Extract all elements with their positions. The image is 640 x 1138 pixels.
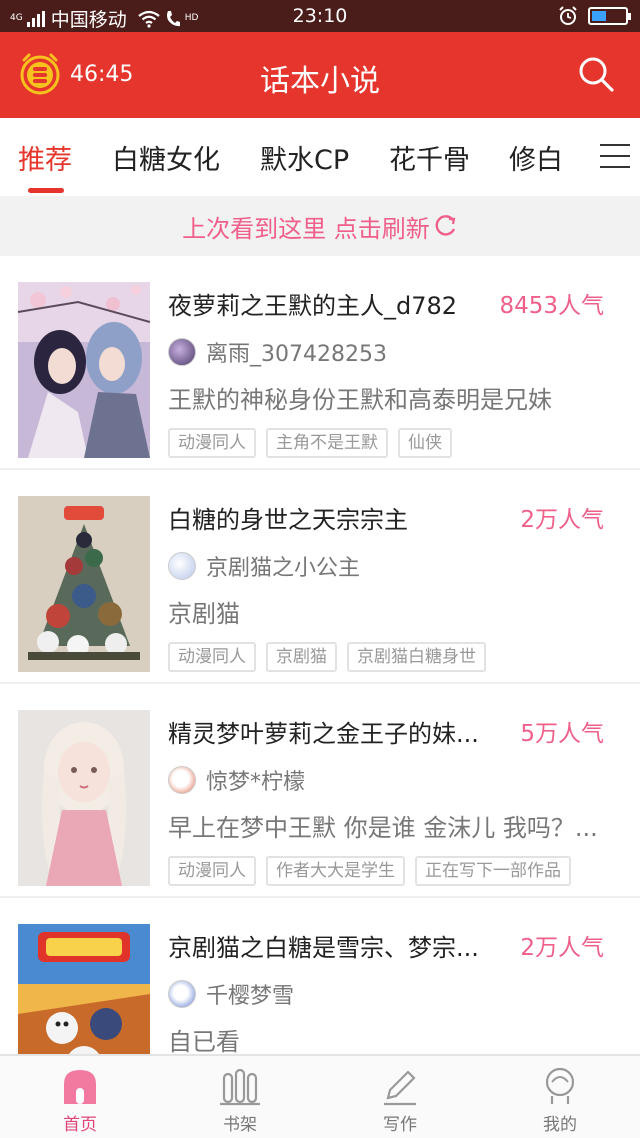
refresh-bar[interactable]: 上次看到这里 点击刷新 [0, 196, 640, 256]
nav-home-label: 首页 [63, 1115, 97, 1135]
story-popularity: 5万人气 [520, 721, 604, 747]
profile-icon [545, 1067, 575, 1104]
story-tag[interactable]: 京剧猫 [266, 642, 337, 672]
story-tag[interactable]: 主角不是王默 [266, 428, 388, 458]
story-item[interactable]: 夜萝莉之王默的主人_d782 8453人气 离雨_307428253 王默的神秘… [0, 256, 640, 470]
story-description: 京剧猫 [168, 600, 240, 628]
story-author[interactable]: 离雨_307428253 [168, 336, 387, 368]
nav-write-label: 写作 [383, 1115, 417, 1135]
tab-huaqiangu[interactable]: 花千骨 [389, 138, 470, 177]
status-time: 23:10 [292, 5, 348, 27]
bookshelf-icon [220, 1068, 260, 1106]
story-description: 早上在梦中王默 你是谁 金沫儿 我吗？... [168, 814, 598, 842]
tab-moshui-cp[interactable]: 默水CP [260, 138, 349, 177]
story-tag[interactable]: 京剧猫白糖身世 [347, 642, 486, 672]
story-popularity: 8453人气 [499, 293, 604, 319]
author-name: 京剧猫之小公主 [206, 556, 361, 581]
app-header: 46:45 话本小说 [0, 32, 640, 118]
story-popularity: 2万人气 [520, 507, 604, 533]
avatar [168, 552, 196, 580]
avatar [168, 766, 196, 794]
nav-bookshelf-label: 书架 [223, 1115, 257, 1135]
story-item[interactable]: 精灵梦叶萝莉之金王子的妹... 5万人气 惊梦*柠檬 早上在梦中王默 你是谁 金… [0, 684, 640, 898]
story-tag[interactable]: 动漫同人 [168, 428, 256, 458]
story-cover[interactable] [18, 496, 150, 672]
status-bar: 4G 中国移动 HD 23:10 [0, 0, 640, 32]
search-icon[interactable] [576, 54, 616, 94]
story-title[interactable]: 白糖的身世之天宗宗主 [168, 500, 508, 535]
story-author[interactable]: 京剧猫之小公主 [168, 550, 360, 582]
tab-baitang-nvhua[interactable]: 白糖女化 [112, 138, 220, 177]
author-name: 千樱梦雪 [206, 984, 295, 1009]
story-title[interactable]: 精灵梦叶萝莉之金王子的妹... [168, 714, 508, 749]
story-tags: 动漫同人 主角不是王默 仙侠 [168, 428, 452, 458]
story-title[interactable]: 京剧猫之白糖是雪宗、梦宗... [168, 928, 508, 963]
avatar [168, 338, 196, 366]
nav-profile-label: 我的 [543, 1115, 577, 1135]
avatar [168, 980, 196, 1008]
refresh-icon [435, 215, 456, 236]
story-description: 自已看 [168, 1028, 240, 1056]
story-tag[interactable]: 动漫同人 [168, 642, 256, 672]
category-tabs: 推荐 白糖女化 默水CP 花千骨 修白 [0, 118, 640, 196]
story-tag[interactable]: 正在写下一部作品 [415, 856, 571, 886]
tab-xiubai[interactable]: 修白 [509, 138, 563, 177]
nav-write[interactable]: 写作 [320, 1066, 480, 1135]
story-tag[interactable]: 作者大大是学生 [266, 856, 405, 886]
nav-home[interactable]: 首页 [0, 1066, 160, 1135]
refresh-text: 上次看到这里 点击刷新 [182, 214, 430, 243]
tab-recommend[interactable]: 推荐 [18, 138, 72, 177]
nav-bookshelf[interactable]: 书架 [160, 1066, 320, 1135]
battery-icon [588, 7, 631, 25]
bottom-nav: 首页 书架 写作 我的 [0, 1054, 640, 1138]
story-author[interactable]: 千樱梦雪 [168, 978, 294, 1010]
story-item[interactable]: 白糖的身世之天宗宗主 2万人气 京剧猫之小公主 京剧猫 动漫同人 京剧猫 京剧猫… [0, 470, 640, 684]
story-tags: 动漫同人 作者大大是学生 正在写下一部作品 [168, 856, 571, 886]
pen-icon [384, 1070, 416, 1106]
status-right [558, 6, 631, 26]
app-title: 话本小说 [260, 64, 380, 99]
story-tags: 动漫同人 京剧猫 京剧猫白糖身世 [168, 642, 486, 672]
menu-icon[interactable] [600, 144, 630, 170]
story-cover[interactable] [18, 710, 150, 886]
story-description: 王默的神秘身份王默和高泰明是兄妹 [168, 386, 552, 414]
story-popularity: 2万人气 [520, 935, 604, 961]
active-tab-indicator [28, 188, 64, 193]
battery-level [592, 11, 606, 21]
alarm-icon [559, 6, 577, 25]
story-tag[interactable]: 动漫同人 [168, 856, 256, 886]
story-title[interactable]: 夜萝莉之王默的主人_d782 [168, 286, 508, 321]
author-name: 惊梦*柠檬 [206, 770, 306, 795]
author-name: 离雨_307428253 [206, 342, 387, 367]
home-icon [64, 1070, 96, 1104]
story-cover[interactable] [18, 282, 150, 458]
nav-profile[interactable]: 我的 [480, 1066, 640, 1135]
story-author[interactable]: 惊梦*柠檬 [168, 764, 305, 796]
story-tag[interactable]: 仙侠 [398, 428, 452, 458]
